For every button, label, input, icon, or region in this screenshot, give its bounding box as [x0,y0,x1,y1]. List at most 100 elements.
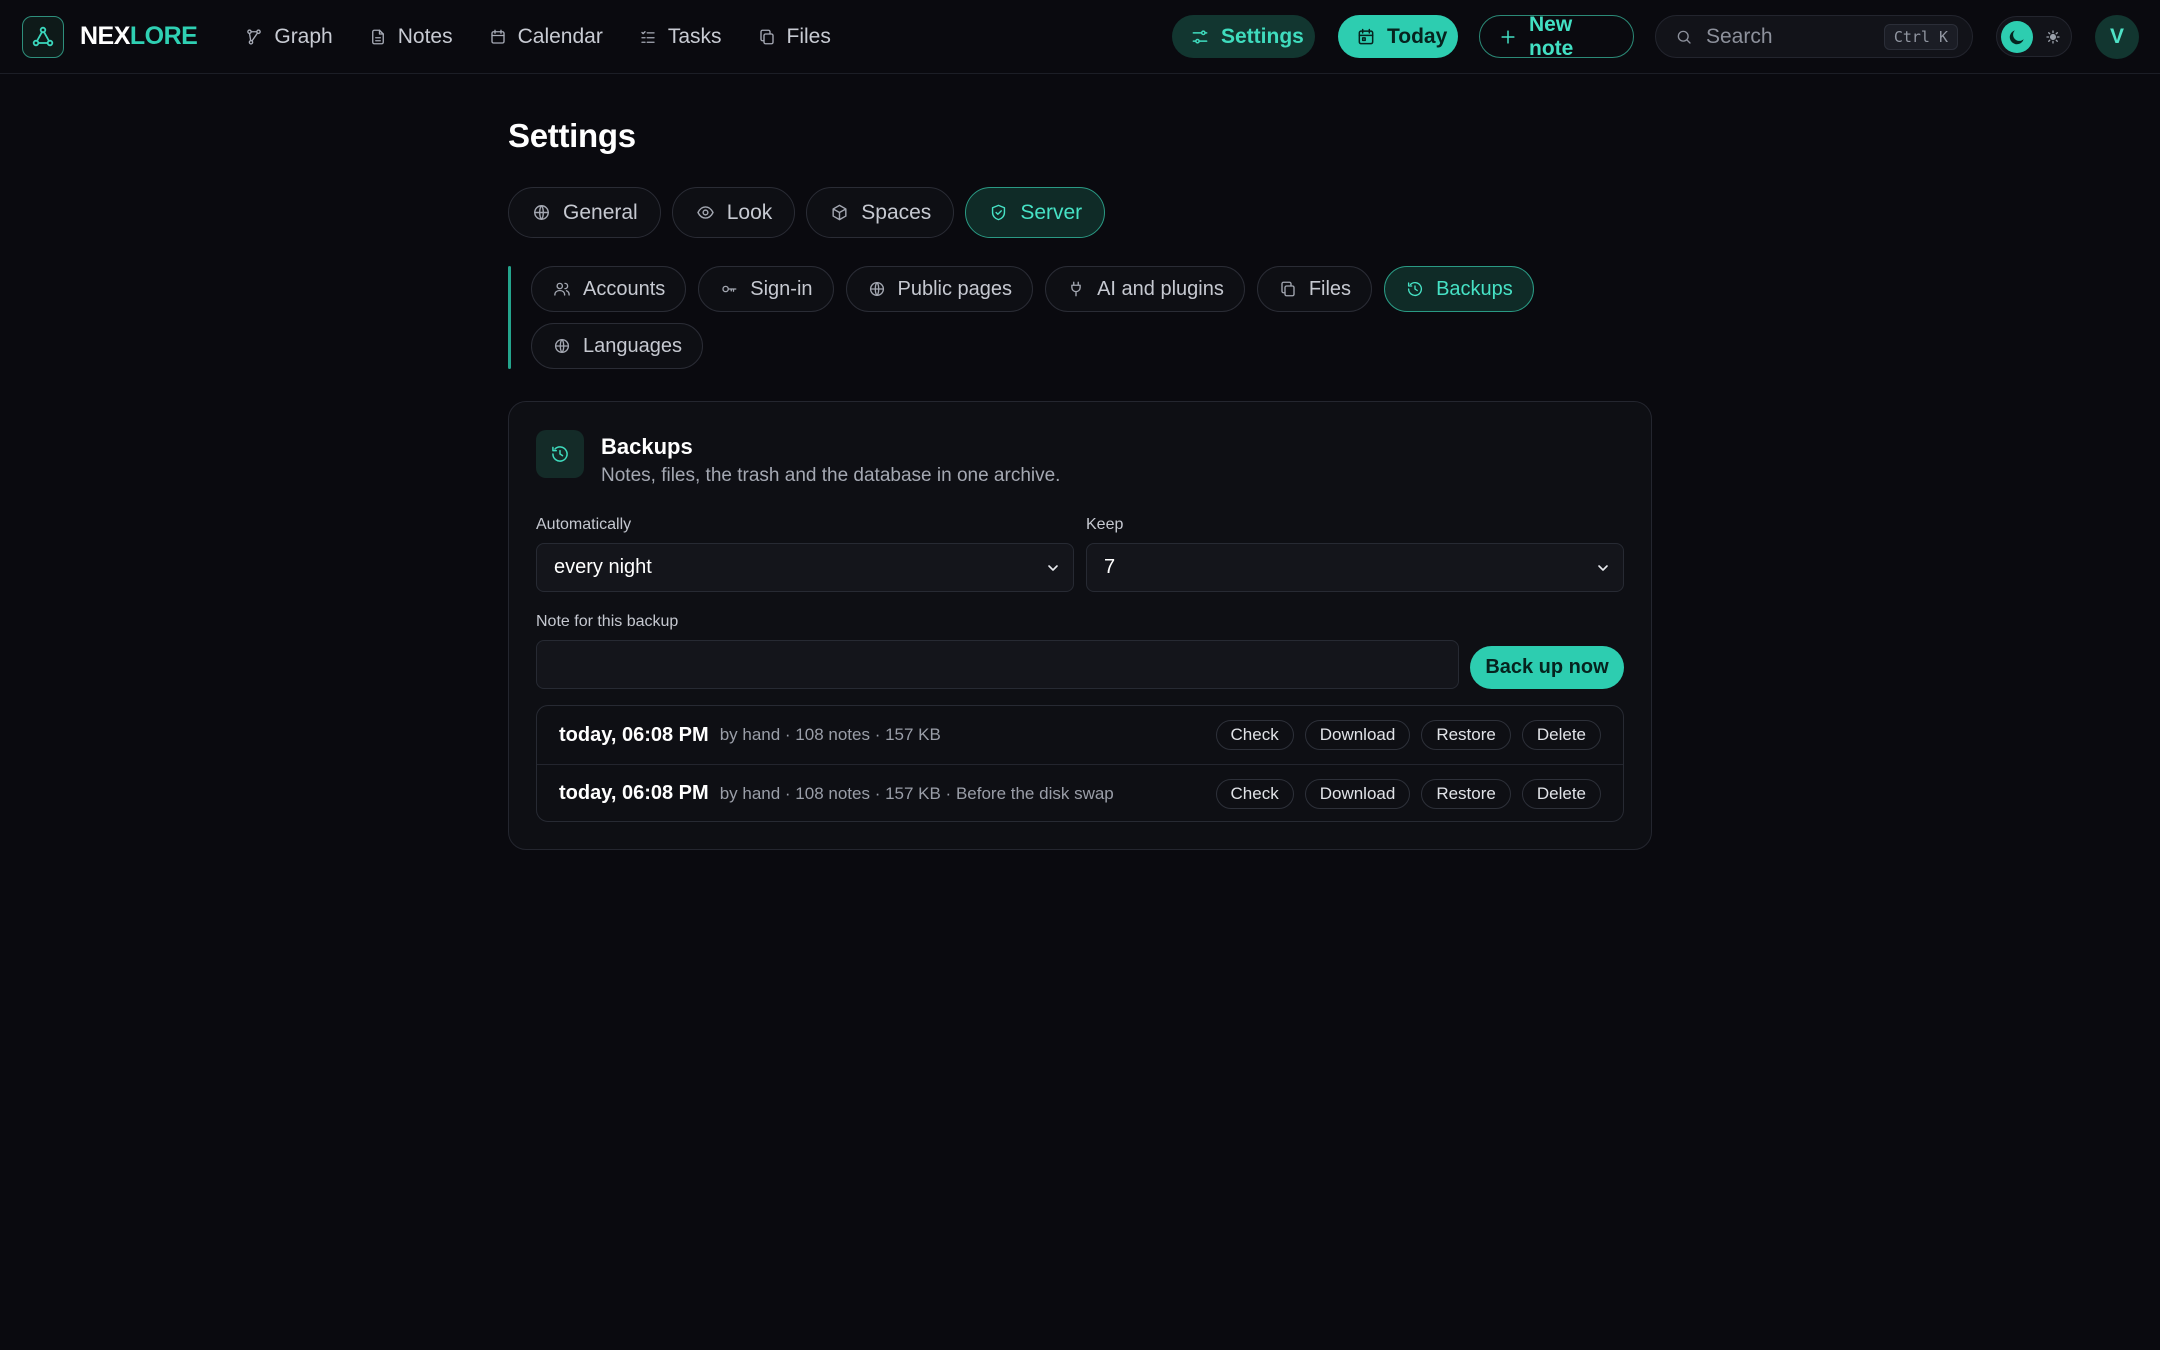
files-icon [758,28,776,46]
auto-select[interactable]: every night [536,543,1074,592]
back-up-now-button[interactable]: Back up now [1470,646,1624,689]
auto-label: Automatically [536,516,632,533]
top-bar: NEXLORE Graph Notes Calendar Tasks Files… [0,0,2160,74]
avatar[interactable]: V [2095,15,2139,59]
new-note-button-label: New note [1529,12,1574,60]
logo-icon [22,15,64,58]
subtab-public-pages-label: Public pages [897,277,1013,300]
chevron-down-icon [1045,560,1061,576]
tab-spaces[interactable]: Spaces [806,187,955,238]
backup-actions: Check Download Restore Delete [1215,720,1601,750]
brand[interactable]: NEXLORE [22,15,198,58]
search-input[interactable]: Search Ctrl K [1655,15,1973,58]
delete-button[interactable]: Delete [1521,778,1601,809]
nav-files-label: Files [786,24,831,48]
graph-icon [245,28,263,46]
eye-icon [696,203,715,222]
backup-time: today, 06:08 PM [559,782,709,804]
server-subnav: Accounts Sign-in Public pages AI and plu… [508,266,1608,369]
tab-spaces-label: Spaces [861,200,932,224]
subtab-ai-plugins-label: AI and plugins [1097,277,1224,300]
history-icon [1406,280,1424,298]
globe-icon [553,337,571,355]
nav-calendar-label: Calendar [517,24,603,48]
card-subtitle: Notes, files, the trash and the database… [601,465,1061,486]
tab-server-label: Server [1020,200,1083,224]
calendar-icon [1356,27,1376,47]
main-nav: Graph Notes Calendar Tasks Files [227,15,849,59]
subtab-languages[interactable]: Languages [531,323,703,369]
keep-select[interactable]: 7 [1086,543,1624,592]
card-title: Backups [601,434,693,459]
moon-icon [2001,21,2033,53]
nav-notes[interactable]: Notes [351,15,471,59]
backups-card: Backups Notes, files, the trash and the … [508,401,1652,850]
backup-row: today, 06:08 PM by hand · 108 notes · 15… [537,706,1623,764]
check-button[interactable]: Check [1215,720,1294,750]
subtab-public-pages[interactable]: Public pages [845,266,1034,312]
subtab-sign-in-label: Sign-in [750,277,813,300]
today-button-label: Today [1387,24,1448,48]
theme-toggle[interactable] [1996,16,2072,57]
today-button[interactable]: Today [1338,15,1458,58]
keep-label: Keep [1086,516,1124,533]
plus-icon [1498,27,1518,47]
list-icon [639,28,657,46]
check-button[interactable]: Check [1215,778,1294,809]
subtab-accounts-label: Accounts [583,277,666,300]
search-placeholder: Search [1706,24,1773,48]
page-title: Settings [508,117,636,154]
box-icon [830,203,849,222]
settings-tabs: General Look Spaces Server [508,187,1106,238]
keep-select-value: 7 [1104,556,1116,578]
tab-server[interactable]: Server [965,187,1106,238]
backup-note-input[interactable] [536,640,1459,689]
history-icon [536,430,584,478]
brand-name-part2: LORE [129,22,198,50]
backup-list: today, 06:08 PM by hand · 108 notes · 15… [536,705,1624,822]
calendar-icon [489,28,507,46]
users-icon [553,280,571,298]
new-note-button[interactable]: New note [1479,12,1634,60]
subtab-backups[interactable]: Backups [1384,266,1534,312]
subtab-accounts[interactable]: Accounts [531,266,687,312]
subtab-ai-plugins[interactable]: AI and plugins [1045,266,1245,312]
nav-notes-label: Notes [397,24,453,48]
tab-look-label: Look [726,200,773,224]
search-icon [1675,28,1706,46]
restore-button[interactable]: Restore [1421,720,1511,750]
tab-general[interactable]: General [508,187,661,238]
document-icon [369,28,387,46]
search-shortcut: Ctrl K [1883,23,1958,50]
download-button[interactable]: Download [1304,778,1411,809]
download-button[interactable]: Download [1304,720,1411,750]
nav-graph[interactable]: Graph [227,15,350,59]
subtab-sign-in[interactable]: Sign-in [698,266,834,312]
shield-icon [989,203,1008,222]
subnav-accent-bar [508,266,511,369]
nav-tasks-label: Tasks [667,24,722,48]
subtab-files[interactable]: Files [1256,266,1373,312]
settings-button[interactable]: Settings [1172,15,1315,58]
chevron-down-icon [1595,560,1611,576]
restore-button[interactable]: Restore [1421,778,1511,809]
files-icon [1279,280,1297,298]
auto-select-value: every night [554,556,652,578]
backup-row: today, 06:08 PM by hand · 108 notes · 15… [537,764,1623,821]
sliders-icon [1190,27,1210,47]
plug-icon [1067,280,1085,298]
backup-meta: by hand · 108 notes · 157 KB · Before th… [719,783,1114,803]
brand-name: NEXLORE [80,22,198,51]
note-label: Note for this backup [536,613,679,630]
subtab-files-label: Files [1308,277,1352,300]
tab-look[interactable]: Look [671,187,796,238]
subtab-backups-label: Backups [1436,277,1513,300]
nav-calendar[interactable]: Calendar [471,15,621,59]
backup-time: today, 06:08 PM [559,723,709,746]
backup-actions: Check Download Restore Delete [1215,778,1601,809]
delete-button[interactable]: Delete [1521,720,1601,750]
key-icon [720,280,738,298]
globe-icon [532,203,551,222]
nav-tasks[interactable]: Tasks [621,15,740,59]
nav-files[interactable]: Files [740,15,849,59]
